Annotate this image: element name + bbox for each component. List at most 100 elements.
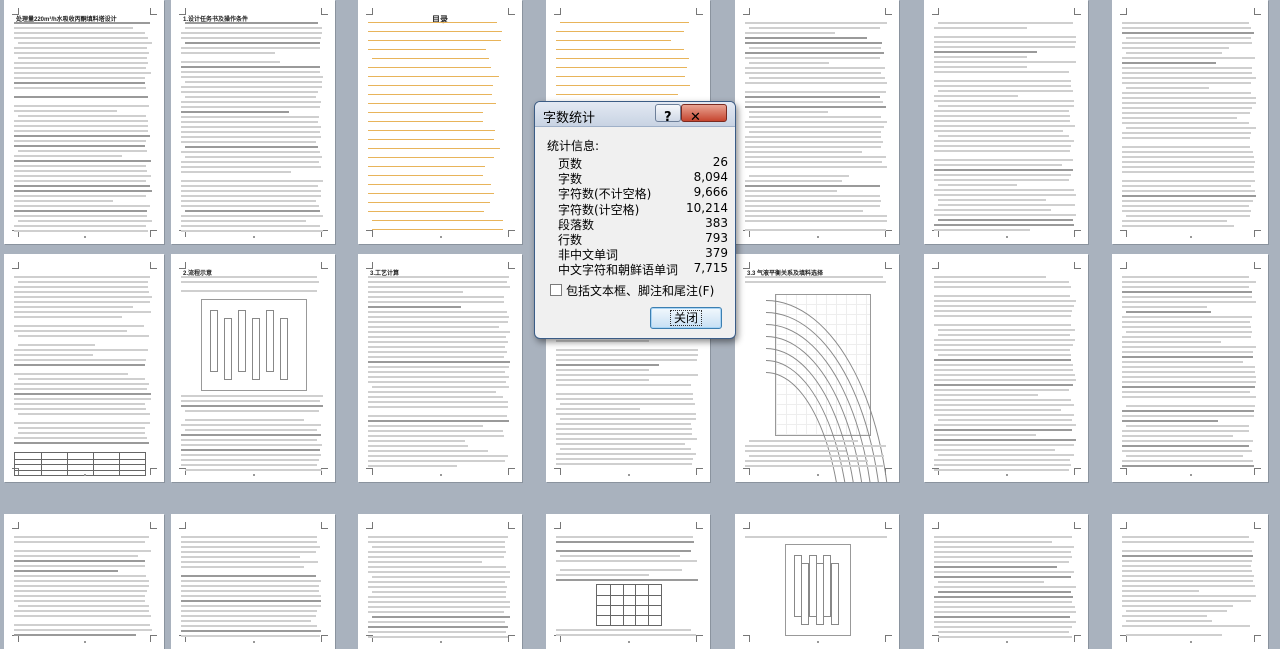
text-line	[181, 281, 319, 283]
text-line	[934, 41, 1076, 43]
text-line	[1122, 112, 1250, 114]
text-line	[556, 379, 649, 381]
text-line	[14, 349, 148, 351]
text-line	[934, 300, 1076, 302]
text-line	[934, 179, 1069, 181]
text-line	[556, 369, 649, 371]
text-line	[14, 306, 133, 308]
text-line	[934, 66, 1027, 68]
text-line	[368, 566, 506, 568]
text-line	[1122, 565, 1251, 567]
page-thumbnail[interactable]: 1.设计任务书及操作条件	[171, 0, 335, 244]
text-line	[14, 185, 150, 187]
page-thumbnail[interactable]: 目录	[358, 0, 522, 244]
text-line	[368, 596, 506, 598]
page-thumbnail[interactable]: 3.工艺计算	[358, 254, 522, 482]
text-line	[556, 393, 693, 395]
text-line	[181, 459, 319, 461]
text-line	[181, 395, 323, 397]
text-line	[181, 205, 319, 207]
text-line	[934, 556, 1072, 558]
page-thumbnail[interactable]: 3.3 气液平衡关系及填料选择	[735, 254, 899, 482]
page-thumbnail[interactable]: 处理量220m³/h水吸收丙酮填料塔设计	[4, 0, 164, 244]
page-thumbnail[interactable]	[924, 514, 1088, 649]
page-thumbnail[interactable]	[735, 0, 899, 244]
text-line	[14, 398, 151, 400]
text-line	[934, 571, 1074, 573]
text-line	[938, 22, 1073, 24]
text-line	[14, 105, 149, 107]
text-line	[372, 616, 510, 618]
page-thumbnail[interactable]	[1112, 254, 1268, 482]
page-corner-mark	[366, 230, 373, 237]
text-line	[938, 105, 1074, 107]
text-line	[1122, 306, 1207, 308]
text-line	[934, 596, 1073, 598]
page-thumbnail[interactable]	[735, 514, 899, 649]
text-line	[368, 336, 506, 338]
text-line	[556, 408, 640, 410]
text-line	[1122, 210, 1251, 212]
text-line	[556, 560, 697, 562]
text-line	[745, 205, 880, 207]
page-thumbnail[interactable]	[4, 514, 164, 649]
text-line	[1126, 331, 1252, 333]
text-line	[14, 135, 150, 137]
text-line	[14, 595, 145, 597]
text-line	[556, 384, 691, 386]
text-line	[1122, 450, 1252, 452]
text-line	[1122, 47, 1229, 49]
help-button[interactable]: ?	[655, 104, 681, 125]
page-corner-mark	[366, 468, 373, 475]
text-line	[14, 155, 122, 157]
text-line	[560, 569, 682, 571]
page-thumbnail[interactable]	[358, 514, 522, 649]
text-line	[181, 47, 320, 49]
text-line	[1122, 281, 1256, 283]
text-line	[368, 450, 488, 452]
text-line	[181, 444, 322, 446]
page-table	[14, 452, 146, 476]
text-line	[185, 42, 320, 44]
text-line	[14, 541, 145, 543]
text-line	[1122, 291, 1252, 293]
include-textboxes-checkbox[interactable]: 包括文本框、脚注和尾注(F)	[550, 282, 714, 299]
checkbox-box[interactable]	[550, 284, 562, 296]
text-line	[14, 205, 150, 207]
text-line	[18, 378, 145, 380]
text-line	[745, 200, 881, 202]
text-line	[745, 52, 884, 54]
text-line	[934, 56, 1027, 58]
page-corner-mark	[1120, 468, 1127, 475]
text-line	[14, 276, 150, 278]
page-thumbnail[interactable]: 2.流程示意	[171, 254, 335, 482]
page-number-mark	[1190, 236, 1192, 238]
table-rule	[15, 458, 145, 460]
page-thumbnail[interactable]	[1112, 0, 1268, 244]
text-line	[1126, 455, 1243, 457]
text-line	[368, 157, 494, 158]
text-line	[14, 210, 147, 212]
text-line	[1122, 166, 1254, 168]
text-line	[556, 364, 659, 366]
page-thumbnail[interactable]	[546, 514, 710, 649]
text-line	[749, 455, 884, 457]
page-thumbnail[interactable]	[171, 514, 335, 649]
dialog-titlebar[interactable]: 字数统计 ? ✕	[535, 102, 735, 127]
page-thumbnail[interactable]	[4, 254, 164, 482]
close-button[interactable]: 关闭	[650, 307, 722, 329]
text-line	[181, 424, 321, 426]
page-thumbnail[interactable]	[924, 0, 1088, 244]
text-line	[1122, 430, 1249, 432]
page-thumbnail[interactable]	[924, 254, 1088, 482]
close-window-button[interactable]: ✕	[681, 104, 727, 125]
text-line	[556, 550, 691, 552]
text-line	[181, 464, 317, 466]
stat-row-cjk-chars: 中文字符和朝鲜语单词 7,715	[558, 261, 728, 277]
text-line	[745, 72, 881, 74]
text-line	[934, 281, 1069, 283]
text-line	[181, 615, 316, 617]
text-line	[749, 175, 849, 177]
page-thumbnail[interactable]	[1112, 514, 1268, 649]
text-line	[1122, 615, 1207, 617]
